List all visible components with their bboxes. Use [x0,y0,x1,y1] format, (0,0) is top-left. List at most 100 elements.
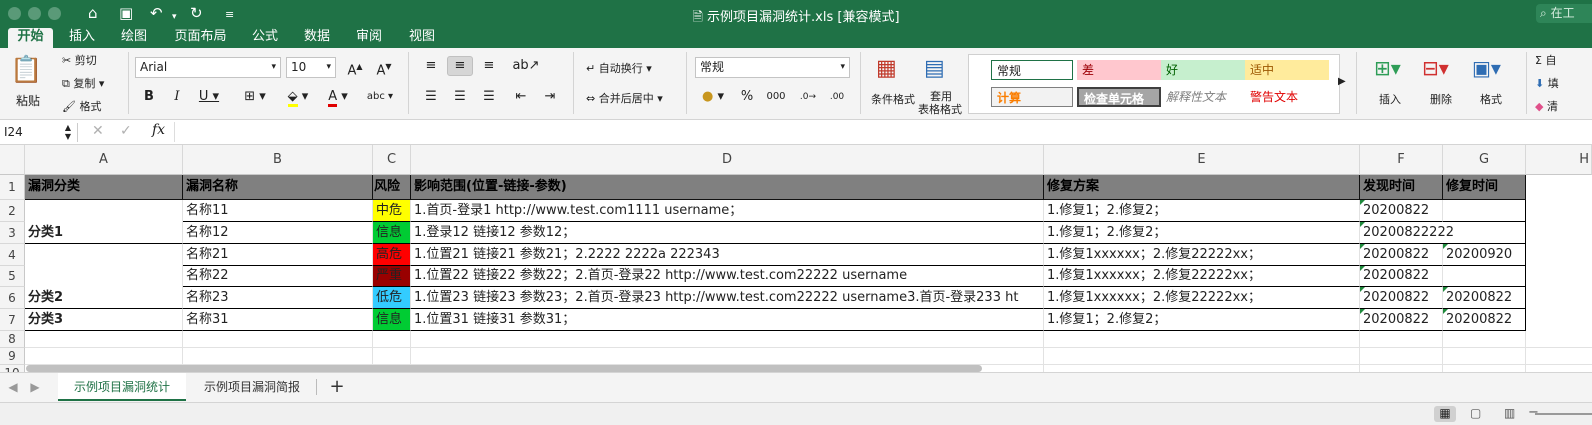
tab-page-layout[interactable]: 页面布局 [168,28,233,48]
paste-button[interactable]: 粘贴 [16,92,40,109]
fix-cell[interactable]: 1.修复1；2.修复2； [1044,200,1360,222]
risk-cell[interactable]: 信息 [373,222,411,244]
tab-data[interactable]: 数据 [297,28,337,48]
column-header[interactable]: D [411,145,1044,175]
risk-cell[interactable]: 中危 [373,200,411,222]
header-cell-fixed-date[interactable]: 修复时间 [1443,175,1526,200]
fixed-date-cell[interactable]: 20200920 [1443,244,1526,266]
vuln-name-cell[interactable]: 名称21 [183,244,373,266]
font-color-button[interactable]: A ▾ [320,87,356,107]
table-format-label-2[interactable]: 表格格式 [918,101,962,117]
column-header[interactable]: C [373,145,411,175]
fill-button[interactable]: ⬇ 填 [1535,75,1559,91]
paste-icon[interactable]: 📋 [10,56,42,84]
italic-button[interactable]: I [165,87,189,107]
scope-cell[interactable]: 1.首页-登录1 http://www.test.com1111 usernam… [411,200,1044,222]
percent-button[interactable]: % [735,87,759,107]
align-bottom-button[interactable]: ≡ [476,56,502,76]
style-warning[interactable]: 警告文本 [1245,87,1329,107]
column-header[interactable]: A [25,145,183,175]
page-break-view-icon[interactable]: ▥ [1504,406,1515,420]
currency-button[interactable]: ● ▾ [695,87,731,107]
insert-function-button[interactable]: fx [152,122,165,138]
sheet-tab[interactable]: 示例项目漏洞简报 [190,373,314,401]
underline-button[interactable]: U ▾ [193,87,225,107]
font-name-select[interactable]: Arial ▾ [135,57,281,78]
column-header[interactable]: F [1360,145,1443,175]
tab-formulas[interactable]: 公式 [245,28,285,48]
decrease-decimal-button[interactable]: .00 [824,87,850,107]
style-neutral[interactable]: 适中 [1245,60,1329,80]
style-calculation[interactable]: 计算 [991,87,1073,107]
vuln-name-cell[interactable]: 名称23 [183,287,373,309]
column-header[interactable]: B [183,145,373,175]
confirm-entry-icon[interactable]: ✓ [120,123,132,139]
zoom-out-icon[interactable]: − [1528,405,1539,420]
next-sheet-icon[interactable]: ▶ [28,373,42,401]
cancel-entry-icon[interactable]: ✕ [92,123,104,139]
copy-button[interactable]: ⧉ 复制 ▾ [62,75,104,91]
row-header[interactable]: 9 [0,348,25,365]
found-date-cell[interactable]: 20200822222 [1360,222,1526,244]
format-cells-button[interactable]: 格式 [1480,91,1502,107]
sheet-tab-active[interactable]: 示例项目漏洞统计 [58,373,186,401]
cut-button[interactable]: ✂ 剪切 [62,52,97,68]
normal-view-icon[interactable]: ▦ [1434,406,1456,422]
header-cell-category[interactable]: 漏洞分类 [25,175,183,200]
delete-cells-button[interactable]: 删除 [1430,91,1452,107]
conditional-format-icon[interactable]: ▦ [876,56,897,81]
scope-cell[interactable]: 1.位置21 链接21 参数21；2.2222 2222a 222343 [411,244,1044,266]
row-header[interactable]: 6 [0,287,25,309]
column-header[interactable]: E [1044,145,1360,175]
style-explanatory[interactable]: 解释性文本 [1161,87,1245,107]
search-input[interactable]: ⌕ 在工 [1536,4,1592,23]
header-cell-fix[interactable]: 修复方案 [1044,175,1360,200]
align-right-button[interactable]: ☰ [476,87,502,107]
increase-font-size-button[interactable]: A▲ [342,57,368,78]
category-cell[interactable]: 分类3 [25,309,183,331]
decrease-font-size-button[interactable]: A▼ [371,57,397,78]
header-cell-found-date[interactable]: 发现时间 [1360,175,1443,200]
prev-sheet-icon[interactable]: ◀ [6,373,20,401]
zoom-slider[interactable] [1535,413,1592,415]
scope-cell[interactable]: 1.登录12 链接12 参数12； [411,222,1044,244]
number-format-select[interactable]: 常规 ▾ [695,57,850,78]
scope-cell[interactable]: 1.位置22 链接22 参数22；2.首页-登录22 http://www.te… [411,266,1044,287]
found-date-cell[interactable]: 20200822 [1360,244,1443,266]
borders-button[interactable]: ⊞ ▾ [237,87,273,107]
page-layout-view-icon[interactable]: ▢ [1470,406,1481,420]
fix-cell[interactable]: 1.修复1xxxxxx；2.修复22222xx； [1044,266,1360,287]
align-center-button[interactable]: ☰ [447,87,473,107]
gallery-more-icon[interactable]: ▶ [1338,76,1346,87]
fix-cell[interactable]: 1.修复1xxxxxx；2.修复22222xx； [1044,244,1360,266]
found-date-cell[interactable]: 20200822 [1360,200,1443,222]
fix-cell[interactable]: 1.修复1；2.修复2； [1044,309,1360,331]
conditional-format-button[interactable]: 条件格式 [871,91,915,107]
vuln-name-cell[interactable]: 名称11 [183,200,373,222]
fill-color-button[interactable]: ⬙ ▾ [280,87,316,107]
bold-button[interactable]: B [137,87,161,107]
scope-cell[interactable]: 1.位置31 链接31 参数31； [411,309,1044,331]
tab-review[interactable]: 审阅 [349,28,389,48]
fixed-date-cell[interactable] [1443,200,1526,222]
decrease-indent-button[interactable]: ⇤ [508,87,534,107]
risk-cell[interactable]: 高危 [373,244,411,266]
font-size-select[interactable]: 10 ▾ [286,57,336,78]
format-painter-button[interactable]: 🖌 格式 [62,98,101,114]
risk-cell[interactable]: 低危 [373,287,411,309]
column-header[interactable]: H [1526,145,1592,175]
category-cell[interactable]: 分类2 [25,244,183,309]
vuln-name-cell[interactable]: 名称22 [183,266,373,287]
row-header[interactable]: 1 [0,175,25,200]
horizontal-scrollbar[interactable] [26,365,982,372]
header-cell-scope[interactable]: 影响范围(位置-链接-参数) [411,175,1044,200]
increase-decimal-button[interactable]: .0→ [795,87,821,107]
row-header[interactable]: 7 [0,309,25,331]
tab-draw[interactable]: 绘图 [114,28,154,48]
header-cell-risk[interactable]: 风险 [373,175,411,200]
tab-home[interactable]: 开始 [8,28,53,48]
merge-center-button[interactable]: ⇔ 合并后居中 ▾ [586,90,663,106]
wrap-text-button[interactable]: ↵ 自动换行 ▾ [586,60,652,76]
row-header[interactable]: 4 [0,244,25,266]
align-left-button[interactable]: ☰ [418,87,444,107]
